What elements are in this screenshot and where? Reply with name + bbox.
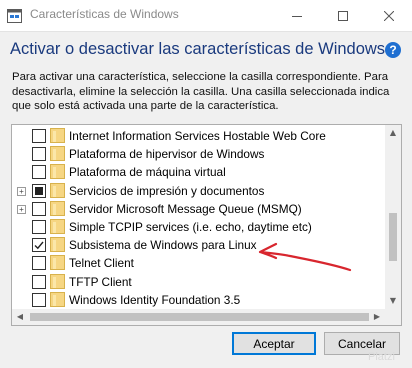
folder-icon — [50, 146, 65, 162]
description-line: que solo está activada una parte de la c… — [12, 100, 279, 113]
vertical-scroll-thumb[interactable] — [389, 213, 397, 261]
scrollbar-corner — [385, 309, 401, 325]
folder-icon — [50, 237, 65, 253]
feature-label: Windows Identity Foundation 3.5 — [69, 292, 241, 307]
feature-checkbox[interactable] — [32, 220, 46, 234]
feature-label: Plataforma de máquina virtual — [69, 165, 226, 180]
feature-row[interactable]: Internet Information Services Hostable W… — [12, 127, 385, 145]
description-line: desactivarla, elimine la selección la ca… — [12, 85, 390, 98]
horizontal-scrollbar[interactable]: ◀ ▶ — [12, 309, 385, 325]
feature-checkbox[interactable] — [32, 183, 46, 198]
feature-label: TFTP Client — [69, 274, 132, 289]
vertical-scrollbar[interactable]: ▲ ▼ — [385, 125, 401, 309]
feature-checkbox[interactable] — [32, 129, 46, 143]
minimize-button[interactable] — [274, 0, 320, 31]
scroll-right-icon[interactable]: ▶ — [369, 309, 385, 325]
feature-checkbox[interactable] — [32, 201, 46, 216]
feature-label: Simple TCPIP services (i.e. echo, daytim… — [69, 220, 312, 234]
feature-label: Servicios de impresión y documentos — [69, 183, 265, 198]
folder-icon — [50, 164, 65, 180]
feature-checkbox[interactable] — [32, 292, 46, 307]
accept-button[interactable]: Aceptar — [232, 332, 316, 355]
annotation-arrow-icon — [258, 242, 352, 272]
folder-icon — [50, 200, 65, 216]
feature-label: Plataforma de hipervisor de Windows — [69, 147, 265, 162]
feature-checkbox[interactable] — [32, 147, 46, 162]
feature-row[interactable]: + Servicios de impresión y documentos — [12, 182, 385, 200]
feature-row[interactable]: Windows Identity Foundation 3.5 — [12, 291, 385, 309]
platzi-watermark: Platzi — [368, 351, 395, 363]
maximize-icon — [338, 10, 348, 21]
scroll-up-icon[interactable]: ▲ — [385, 125, 401, 141]
feature-row[interactable]: Plataforma de hipervisor de Windows — [12, 145, 385, 163]
feature-checkbox[interactable] — [32, 274, 46, 289]
folder-icon — [50, 128, 65, 143]
feature-row[interactable]: + Servidor Microsoft Message Queue (MSMQ) — [12, 200, 385, 218]
feature-row[interactable]: Simple TCPIP services (i.e. echo, daytim… — [12, 218, 385, 236]
horizontal-scroll-thumb[interactable] — [30, 313, 369, 321]
feature-checkbox[interactable] — [32, 238, 46, 253]
window-title: Características de Windows — [30, 7, 179, 21]
feature-checkbox[interactable] — [32, 256, 46, 271]
feature-row[interactable]: Plataforma de máquina virtual — [12, 163, 385, 181]
windows-features-icon — [7, 8, 22, 23]
minimize-icon — [292, 15, 302, 17]
folder-icon — [50, 219, 65, 234]
partial-fill — [35, 186, 43, 195]
feature-label: Internet Information Services Hostable W… — [69, 129, 326, 143]
feature-checkbox[interactable] — [32, 165, 46, 180]
folder-icon — [50, 273, 65, 289]
help-icon[interactable]: ? — [385, 42, 401, 58]
feature-label: Servidor Microsoft Message Queue (MSMQ) — [69, 201, 302, 216]
close-icon — [384, 10, 394, 21]
folder-icon — [50, 291, 65, 307]
description-line: Para activar una característica, selecci… — [12, 71, 389, 83]
scroll-down-icon[interactable]: ▼ — [385, 293, 401, 309]
feature-label: Telnet Client — [69, 256, 134, 271]
feature-label: Subsistema de Windows para Linux — [69, 238, 257, 253]
plus-box-icon[interactable]: + — [17, 204, 26, 214]
maximize-button[interactable] — [320, 0, 366, 31]
title-bar: Características de Windows — [0, 0, 412, 32]
plus-box-icon[interactable]: + — [17, 186, 26, 196]
checkmark-icon — [34, 241, 44, 250]
scroll-left-icon[interactable]: ◀ — [12, 309, 28, 325]
close-button[interactable] — [366, 0, 412, 31]
features-tree[interactable]: Internet Information Services Hostable W… — [11, 124, 402, 326]
folder-icon — [50, 255, 65, 271]
dialog-heading: Activar o desactivar las características… — [10, 40, 386, 58]
dialog-description: Para activar una característica, selecci… — [12, 70, 404, 114]
folder-icon — [50, 182, 65, 198]
